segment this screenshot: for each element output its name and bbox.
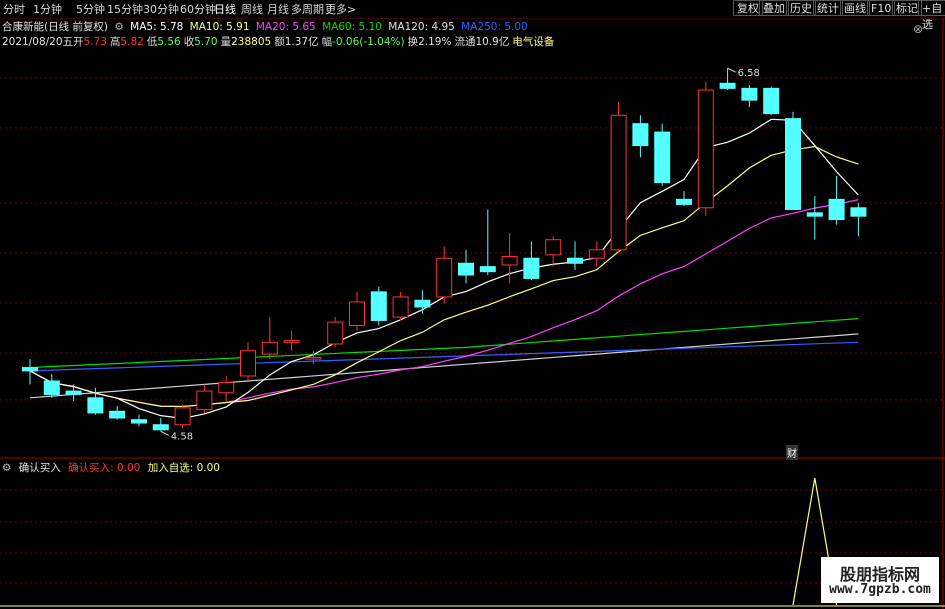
candle-body	[43, 380, 60, 395]
kline-chart[interactable]: 6.58 4.58	[0, 0, 945, 609]
candle-body	[828, 198, 845, 221]
candle-body	[174, 407, 191, 426]
candle-body	[588, 249, 605, 259]
ma120-line	[29, 341, 859, 372]
ma250-line	[29, 333, 859, 399]
candle-body	[763, 87, 780, 115]
candle-body	[719, 82, 736, 89]
candle-body	[392, 296, 409, 318]
candle-body	[109, 410, 126, 419]
candle-body	[501, 256, 518, 266]
high-marker	[727, 67, 736, 73]
low-marker	[160, 431, 170, 436]
candle-body	[22, 367, 38, 372]
candle-body	[697, 89, 714, 209]
candle-body	[152, 424, 169, 431]
candle-body	[632, 123, 649, 147]
low-annotation: 4.58	[171, 431, 193, 442]
candle-body	[610, 114, 627, 251]
high-annotation: 6.58	[738, 68, 760, 79]
watermark: 股朋指标网 www.7gpzb.com	[821, 557, 939, 603]
candle-body	[414, 299, 431, 308]
candle-body	[261, 341, 278, 355]
indicator-line2: 加入自选: 0.00	[147, 462, 220, 474]
candle-body	[327, 321, 344, 345]
candle-body	[436, 257, 453, 298]
candle-body	[785, 118, 801, 210]
indicator-line1: 确认买入: 0.00	[68, 462, 141, 474]
candle-body	[131, 419, 147, 424]
candle-body	[741, 87, 758, 101]
candle-body	[370, 291, 387, 321]
candle-body	[65, 390, 82, 395]
candle-body	[676, 198, 692, 205]
candle-body	[654, 131, 671, 184]
candle-body	[479, 266, 496, 273]
indicator-settings-icon[interactable]: ⚙	[2, 462, 11, 474]
finance-badge[interactable]: 财	[786, 445, 798, 460]
candle-body	[458, 262, 474, 276]
candle-body	[196, 390, 213, 411]
candle-body	[523, 257, 540, 279]
watermark-url: www.7gpzb.com	[829, 582, 931, 597]
indicator-legend: ⚙ 确认买入 确认买入: 0.00 加入自选: 0.00	[2, 460, 224, 475]
indicator-name[interactable]: 确认买入	[19, 462, 61, 474]
candle-body	[850, 207, 867, 217]
candle-body	[87, 397, 104, 414]
candle-body	[240, 350, 256, 377]
candle-body	[305, 356, 322, 360]
candle-body	[806, 212, 823, 217]
candle-body	[567, 257, 583, 264]
candle-body	[218, 382, 235, 394]
candle-body	[283, 340, 300, 343]
candle-body	[349, 301, 365, 327]
candle-body	[545, 239, 562, 256]
